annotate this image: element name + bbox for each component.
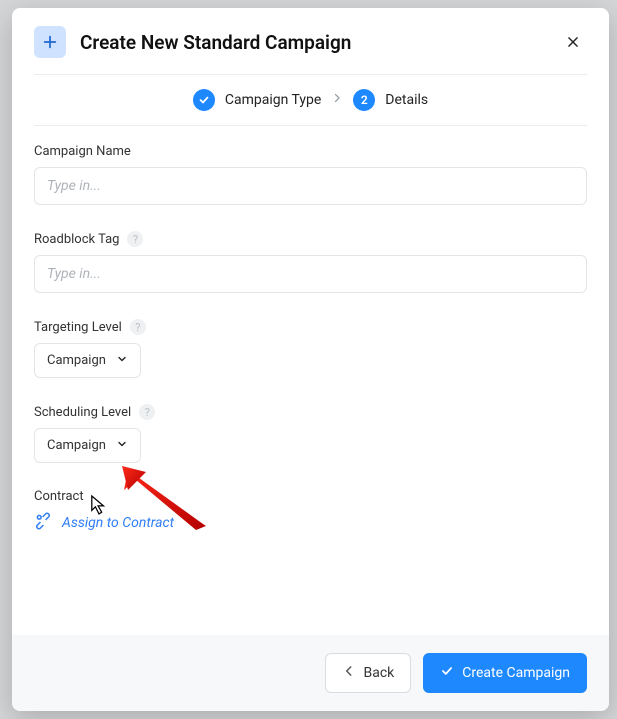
step-2-number: 2 <box>353 89 375 111</box>
targeting-level-value: Campaign <box>47 353 106 368</box>
scheduling-level-select[interactable]: Campaign <box>34 428 141 463</box>
contract-label: Contract <box>34 489 84 504</box>
targeting-level-label: Targeting Level <box>34 320 122 335</box>
assign-to-contract-label: Assign to Contract <box>62 515 174 531</box>
chevron-left-icon <box>342 664 356 682</box>
modal-footer: Back Create Campaign <box>12 635 609 711</box>
step-1-done-icon <box>193 89 215 111</box>
step-1-label: Campaign Type <box>225 92 321 108</box>
plus-icon <box>34 26 66 58</box>
campaign-name-input[interactable] <box>34 167 587 205</box>
help-icon[interactable]: ? <box>130 319 146 335</box>
close-button[interactable] <box>559 28 587 56</box>
back-button[interactable]: Back <box>325 653 412 693</box>
create-campaign-label: Create Campaign <box>462 665 570 681</box>
targeting-level-group: Targeting Level ? Campaign <box>34 319 587 378</box>
stepper: Campaign Type 2 Details <box>12 75 609 125</box>
modal-header: Create New Standard Campaign <box>12 8 609 74</box>
step-2-label: Details <box>385 92 428 108</box>
modal-title: Create New Standard Campaign <box>80 31 559 54</box>
modal-body: Campaign Name Roadblock Tag ? Targeting … <box>12 126 609 635</box>
scheduling-level-value: Campaign <box>47 438 106 453</box>
create-campaign-button[interactable]: Create Campaign <box>423 653 587 693</box>
help-icon[interactable]: ? <box>127 231 143 247</box>
link-icon <box>34 512 52 534</box>
check-icon <box>440 664 454 682</box>
roadblock-tag-input[interactable] <box>34 255 587 293</box>
assign-to-contract-link[interactable]: Assign to Contract <box>34 512 174 534</box>
targeting-level-select[interactable]: Campaign <box>34 343 141 378</box>
help-icon[interactable]: ? <box>139 404 155 420</box>
scheduling-level-label: Scheduling Level <box>34 405 131 420</box>
chevron-right-icon <box>331 92 343 108</box>
roadblock-tag-group: Roadblock Tag ? <box>34 231 587 293</box>
chevron-down-icon <box>116 438 128 453</box>
back-label: Back <box>364 665 395 681</box>
roadblock-tag-label: Roadblock Tag <box>34 232 119 247</box>
contract-group: Contract Assign to Contract <box>34 489 587 534</box>
scheduling-level-group: Scheduling Level ? Campaign <box>34 404 587 463</box>
campaign-name-label: Campaign Name <box>34 144 131 159</box>
chevron-down-icon <box>116 353 128 368</box>
create-campaign-modal: Create New Standard Campaign Campaign Ty… <box>12 8 609 711</box>
campaign-name-group: Campaign Name <box>34 144 587 205</box>
